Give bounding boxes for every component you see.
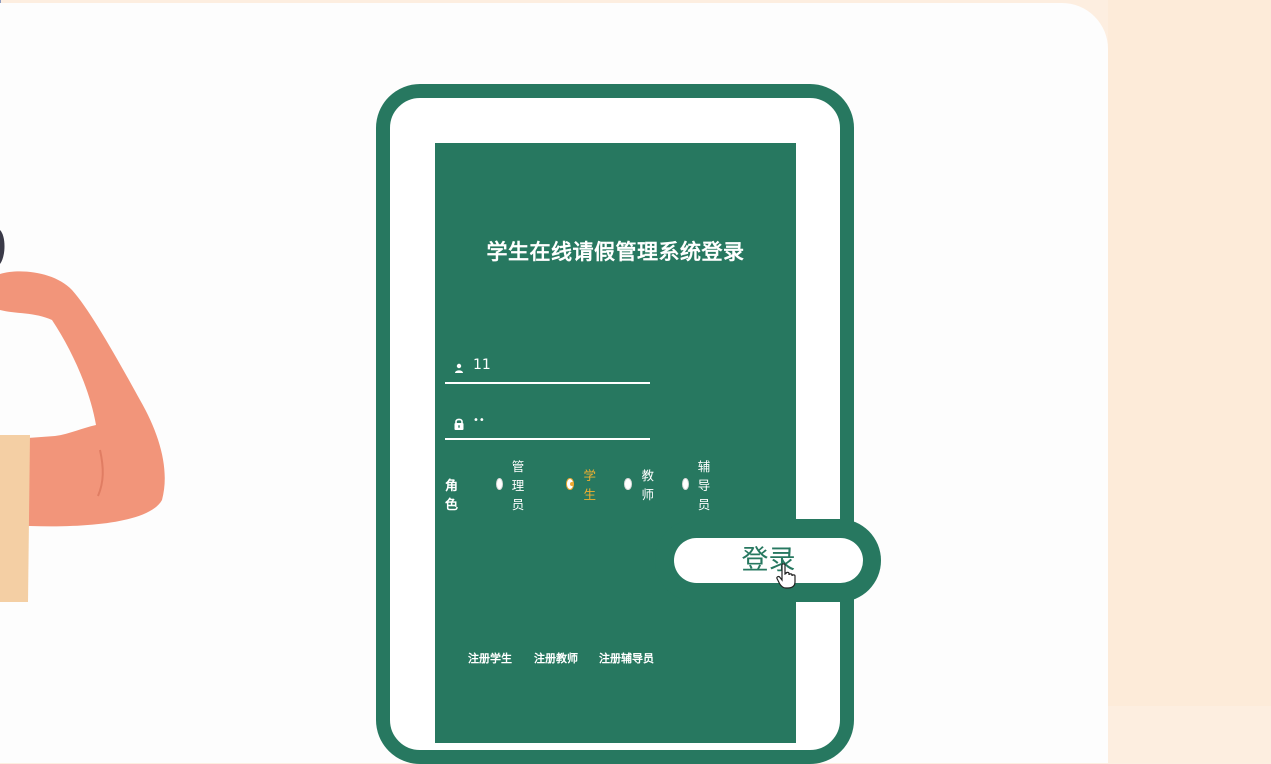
role-option-admin[interactable]: 管理员 — [496, 459, 530, 512]
login-button[interactable]: 登录 — [674, 538, 863, 583]
password-value: •• — [473, 415, 485, 426]
role-option-label: 管理员 — [511, 458, 525, 512]
password-field[interactable]: •• — [445, 410, 650, 440]
role-option-teacher[interactable]: 教师 — [624, 468, 658, 502]
register-student-link[interactable]: 注册学生 — [468, 650, 512, 666]
role-label: 角色 — [445, 479, 459, 513]
radio-icon[interactable] — [496, 478, 503, 490]
role-option-label: 辅导员 — [697, 458, 711, 512]
hand-cursor-icon — [776, 563, 796, 589]
radio-checked-icon[interactable] — [566, 478, 575, 490]
username-field[interactable]: 11 — [445, 354, 650, 384]
username-value: 11 — [473, 357, 491, 373]
background-strip — [1108, 0, 1271, 706]
user-icon — [455, 363, 463, 373]
role-option-counselor[interactable]: 辅导员 — [682, 459, 716, 512]
role-option-label: 教师 — [641, 468, 654, 502]
radio-icon[interactable] — [682, 478, 689, 490]
register-teacher-link[interactable]: 注册教师 — [534, 650, 578, 666]
role-option-student[interactable]: 学生 — [566, 468, 600, 502]
person-illustration — [0, 230, 165, 602]
lock-icon — [454, 418, 464, 430]
page-title: 学生在线请假管理系统登录 — [486, 240, 745, 264]
radio-icon[interactable] — [624, 478, 633, 490]
register-counselor-link[interactable]: 注册辅导员 — [599, 650, 654, 666]
role-option-label: 学生 — [583, 468, 596, 502]
